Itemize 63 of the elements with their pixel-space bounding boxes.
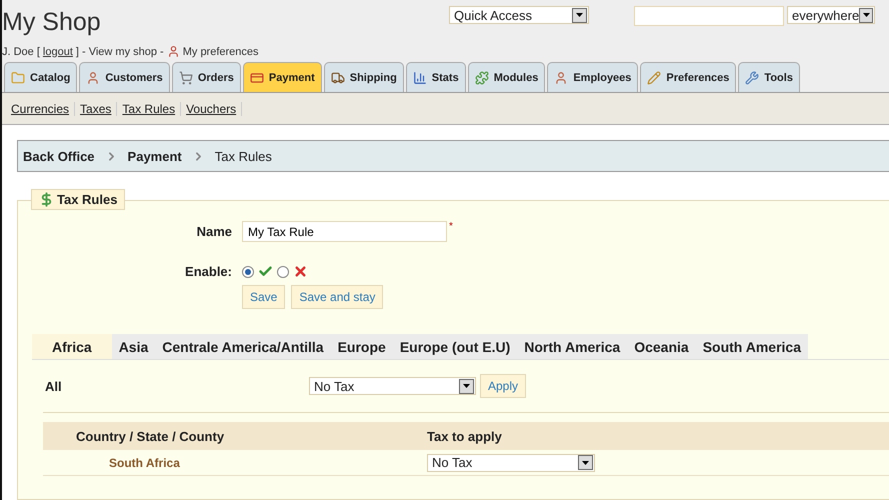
- person-icon: [166, 45, 180, 58]
- region-tab[interactable]: Asia: [112, 334, 156, 359]
- logout-link[interactable]: logout: [42, 46, 73, 58]
- region-tab[interactable]: South America: [696, 334, 808, 359]
- all-label: All: [45, 378, 63, 394]
- tax-select[interactable]: No Tax: [309, 377, 476, 395]
- region-tab[interactable]: North America: [517, 334, 628, 359]
- truck-icon: [330, 70, 345, 84]
- user-name: J. Doe [: [2, 46, 40, 58]
- nav-tab[interactable]: Stats: [406, 62, 466, 92]
- shop-title: My Shop: [2, 8, 102, 37]
- search-scope-select[interactable]: everywhere: [787, 6, 875, 24]
- cart-icon: [178, 70, 193, 84]
- nav-tab[interactable]: Customers: [79, 62, 170, 92]
- nav-tab[interactable]: Shipping: [324, 62, 404, 92]
- view-shop-text: ] - View my shop -: [76, 46, 164, 58]
- breadcrumb-item: Tax Rules: [214, 148, 272, 164]
- nav-tab[interactable]: Catalog: [4, 62, 78, 92]
- save-button[interactable]: Save: [242, 285, 286, 309]
- region-tab[interactable]: Oceania: [627, 334, 696, 359]
- preferences-link[interactable]: My preferences: [182, 46, 259, 58]
- save-button[interactable]: Save and stay: [291, 285, 384, 309]
- nav-tab[interactable]: Tools: [738, 62, 800, 92]
- region-tab[interactable]: Europe (out E.U): [392, 334, 518, 359]
- bar-chart-icon: [412, 70, 427, 84]
- apply-button[interactable]: Apply: [480, 374, 526, 398]
- enable-radio[interactable]: [242, 266, 254, 278]
- region-tab[interactable]: Centrale America/Antilla: [155, 334, 331, 359]
- cross-icon: [293, 264, 308, 279]
- legend-title: Tax Rules: [57, 192, 118, 207]
- dollar-icon: [39, 192, 54, 207]
- subnav-link[interactable]: Vouchers: [181, 102, 242, 116]
- search-field[interactable]: [634, 6, 784, 26]
- breadcrumb-item[interactable]: Payment: [128, 148, 182, 164]
- region-tab[interactable]: Europe: [330, 334, 393, 359]
- column-header: Country / State / County: [75, 428, 226, 444]
- check-icon: [258, 264, 273, 279]
- name-label: Name: [196, 224, 232, 239]
- tax-select[interactable]: No Tax: [427, 454, 595, 472]
- enable-label: Enable:: [184, 264, 232, 279]
- folder-icon: [11, 70, 25, 84]
- wrench-icon: [745, 70, 760, 84]
- nav-tab[interactable]: Modules: [468, 62, 546, 92]
- quick-access-select[interactable]: Quick Access: [449, 6, 589, 24]
- puzzle-icon: [474, 70, 489, 84]
- subnav-link[interactable]: Tax Rules: [117, 102, 182, 116]
- region-tab[interactable]: Africa: [32, 334, 112, 359]
- card-icon: [250, 70, 264, 84]
- required-mark: *: [449, 221, 453, 232]
- country-name: South Africa: [108, 456, 181, 470]
- person-icon: [86, 70, 100, 84]
- breadcrumb-item[interactable]: Back Office: [23, 148, 95, 164]
- nav-tab[interactable]: Orders: [172, 62, 241, 92]
- column-header: Tax to apply: [427, 428, 503, 444]
- subnav-link[interactable]: Taxes: [75, 102, 118, 116]
- person-icon: [554, 70, 568, 84]
- subnav-link[interactable]: Currencies: [6, 102, 76, 116]
- nav-tab[interactable]: Preferences: [640, 62, 736, 92]
- nav-tab[interactable]: Payment: [242, 62, 322, 92]
- pencil-icon: [647, 70, 662, 84]
- nav-tab[interactable]: Employees: [547, 62, 638, 92]
- disable-radio[interactable]: [277, 266, 289, 278]
- name-field[interactable]: My Tax Rule: [242, 221, 447, 242]
